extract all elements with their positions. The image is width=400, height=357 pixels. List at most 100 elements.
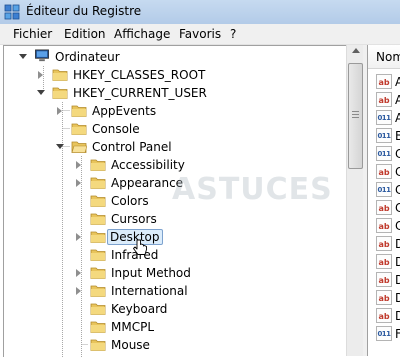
value-name: C (395, 219, 400, 233)
value-name: C (395, 201, 400, 215)
tree-item-keyboard[interactable]: Keyboard (4, 300, 344, 318)
tree-item-international[interactable]: International (4, 282, 344, 300)
value-row[interactable]: abA (376, 73, 400, 91)
expand-arrow-icon[interactable] (57, 107, 62, 115)
tree-label: Accessibility (111, 158, 185, 172)
value-name: A (395, 93, 400, 107)
tree-label: HKEY_CLASSES_ROOT (73, 68, 206, 82)
tree-item-colors[interactable]: Colors (4, 192, 344, 210)
tree-item-hkey-classes-root[interactable]: HKEY_CLASSES_ROOT (4, 66, 344, 84)
value-row[interactable]: abC (376, 199, 400, 217)
tree-label: HKEY_CURRENT_USER (73, 86, 207, 100)
expand-arrow-icon[interactable] (76, 287, 81, 295)
string-value-icon: ab (376, 92, 392, 107)
value-row[interactable]: 011B (376, 127, 400, 145)
value-row[interactable]: abD (376, 235, 400, 253)
binary-value-icon: 011 (376, 326, 392, 341)
string-value-icon: ab (376, 74, 392, 89)
folder-icon (52, 69, 68, 81)
folder-icon (90, 159, 106, 171)
value-row[interactable]: abC (376, 163, 400, 181)
values-list[interactable]: Nom abAabA011A011B011CabC011CabCabCabDab… (367, 45, 400, 356)
tree-label: Console (92, 122, 140, 136)
value-name: D (395, 309, 400, 323)
folder-icon (90, 321, 106, 333)
scroll-up-arrow-icon[interactable] (352, 48, 360, 53)
value-row[interactable]: abC (376, 217, 400, 235)
tree-item-cursors[interactable]: Cursors (4, 210, 344, 228)
folder-icon (90, 303, 106, 315)
string-value-icon: ab (376, 218, 392, 233)
menu-affichage[interactable]: Affichage (114, 27, 170, 41)
collapse-arrow-icon[interactable] (19, 54, 27, 59)
value-row[interactable]: abA (376, 91, 400, 109)
expand-arrow-icon[interactable] (76, 269, 81, 277)
value-name: D (395, 291, 400, 305)
value-row[interactable]: abD (376, 307, 400, 325)
string-value-icon: ab (376, 290, 392, 305)
tree-label: Cursors (111, 212, 157, 226)
tree-scrollbar[interactable] (346, 45, 364, 356)
collapse-arrow-icon[interactable] (56, 144, 64, 149)
string-value-icon: ab (376, 200, 392, 215)
tree-item-mouse[interactable]: Mouse (4, 336, 344, 354)
scrollbar-thumb[interactable] (348, 63, 363, 169)
tree-item-ordinateur[interactable]: Ordinateur (4, 48, 344, 66)
tree-item-mmcpl[interactable]: MMCPL (4, 318, 344, 336)
window-title: Éditeur du Registre (26, 4, 142, 18)
string-value-icon: ab (376, 254, 392, 269)
menu-favoris[interactable]: Favoris (179, 27, 221, 41)
folder-icon (90, 267, 106, 279)
binary-value-icon: 011 (376, 146, 392, 161)
column-header-name[interactable]: Nom (368, 45, 400, 69)
folder-icon (90, 339, 106, 351)
tree-item-input-method[interactable]: Input Method (4, 264, 344, 282)
folder-open-icon (71, 141, 87, 153)
title-bar: Éditeur du Registre (0, 0, 400, 24)
tree-label: Keyboard (111, 302, 168, 316)
value-row[interactable]: abD (376, 253, 400, 271)
string-value-icon: ab (376, 272, 392, 287)
expand-arrow-icon[interactable] (76, 161, 81, 169)
tree-item-control-panel[interactable]: Control Panel (4, 138, 344, 156)
expand-arrow-icon[interactable] (76, 233, 81, 241)
string-value-icon: ab (376, 308, 392, 323)
menu-help[interactable]: ? (230, 27, 236, 41)
folder-icon (90, 285, 106, 297)
expand-arrow-icon[interactable] (76, 179, 81, 187)
key-tree[interactable]: Ordinateur HKEY_CLASSES_ROOT HKEY_CURREN… (3, 45, 346, 357)
expand-arrow-icon[interactable] (38, 71, 43, 79)
folder-icon (90, 213, 106, 225)
folder-icon (90, 177, 106, 189)
menu-bar: Fichier Edition Affichage Favoris ? (0, 24, 400, 45)
value-row[interactable]: 011C (376, 145, 400, 163)
folder-icon (52, 87, 68, 99)
value-name: A (395, 111, 400, 125)
string-value-icon: ab (376, 236, 392, 251)
value-row[interactable]: 011A (376, 109, 400, 127)
menu-edition[interactable]: Edition (64, 27, 106, 41)
value-row[interactable]: 011F (376, 325, 400, 343)
binary-value-icon: 011 (376, 110, 392, 125)
tree-item-accessibility[interactable]: Accessibility (4, 156, 344, 174)
tree-item-console[interactable]: Console (4, 120, 344, 138)
string-value-icon: ab (376, 164, 392, 179)
tree-item-desktop[interactable]: Desktop (4, 228, 344, 246)
value-name: B (395, 129, 400, 143)
value-row[interactable]: abD (376, 271, 400, 289)
value-name: C (395, 147, 400, 161)
tree-item-infrared[interactable]: Infrared (4, 246, 344, 264)
value-name: A (395, 75, 400, 89)
tree-item-appevents[interactable]: AppEvents (4, 102, 344, 120)
value-name: D (395, 255, 400, 269)
collapse-arrow-icon[interactable] (37, 90, 45, 95)
tree-item-appearance[interactable]: Appearance (4, 174, 344, 192)
tree-label: Colors (111, 194, 149, 208)
value-name: D (395, 273, 400, 287)
value-row[interactable]: abD (376, 289, 400, 307)
tree-item-hkey-current-user[interactable]: HKEY_CURRENT_USER (4, 84, 344, 102)
value-name: C (395, 165, 400, 179)
value-row[interactable]: 011C (376, 181, 400, 199)
binary-value-icon: 011 (376, 128, 392, 143)
menu-fichier[interactable]: Fichier (13, 27, 52, 41)
